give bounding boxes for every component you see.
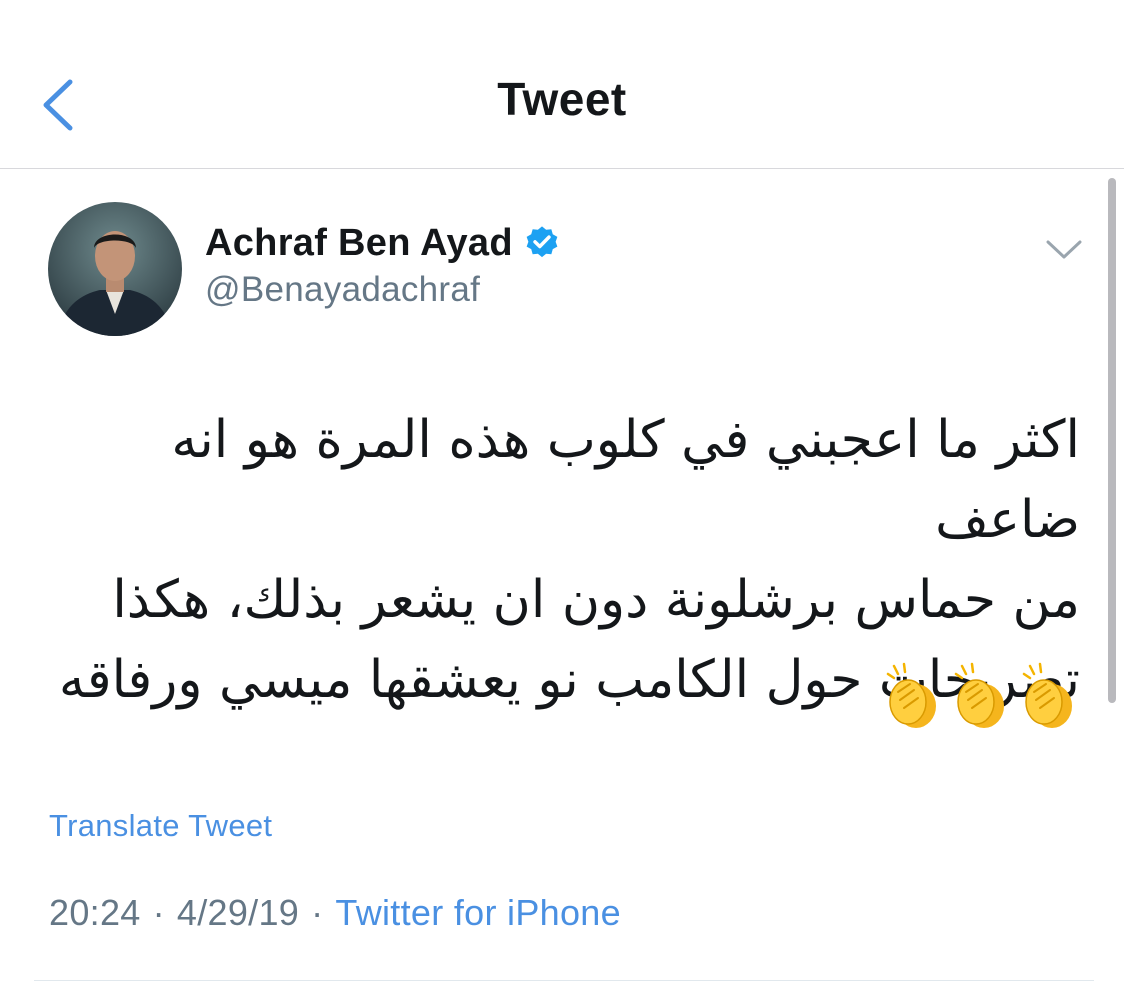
tweet-text-line: اكثر ما اعجبني في كلوب هذه المرة هو انه … — [154, 410, 1080, 550]
avatar[interactable] — [48, 202, 182, 336]
clapping-hands-icon — [1022, 662, 1072, 728]
metadata-separator: · — [152, 892, 165, 933]
divider — [34, 980, 1094, 981]
author-handle[interactable]: @Benayadachraf — [205, 270, 480, 310]
clapping-hands-icon — [954, 662, 1004, 728]
translate-tweet-link[interactable]: Translate Tweet — [49, 808, 272, 844]
author-display-name[interactable]: Achraf Ben Ayad — [205, 222, 513, 265]
clapping-hands-icon — [886, 662, 936, 728]
chevron-down-icon — [1046, 240, 1082, 259]
tweet-options-button[interactable] — [1040, 232, 1088, 268]
tweet-time: 20:24 — [49, 892, 141, 933]
tweet-date: 4/29/19 — [176, 892, 300, 933]
navigation-bar: Tweet — [0, 0, 1124, 169]
verified-badge-icon — [526, 226, 558, 258]
clapping-emoji-row — [880, 662, 1078, 732]
author-row: Achraf Ben Ayad — [205, 218, 561, 268]
metadata-separator: · — [311, 892, 324, 933]
scrollbar[interactable] — [1108, 178, 1116, 703]
tweet-metadata: 20:24 · 4/29/19 · Twitter for iPhone — [49, 892, 621, 934]
tweet-source-link[interactable]: Twitter for iPhone — [335, 892, 621, 933]
page-title: Tweet — [497, 73, 627, 125]
tweet-text-line: من حماس برشلونة دون ان يشعر بذلك، هكذا — [112, 570, 1080, 630]
